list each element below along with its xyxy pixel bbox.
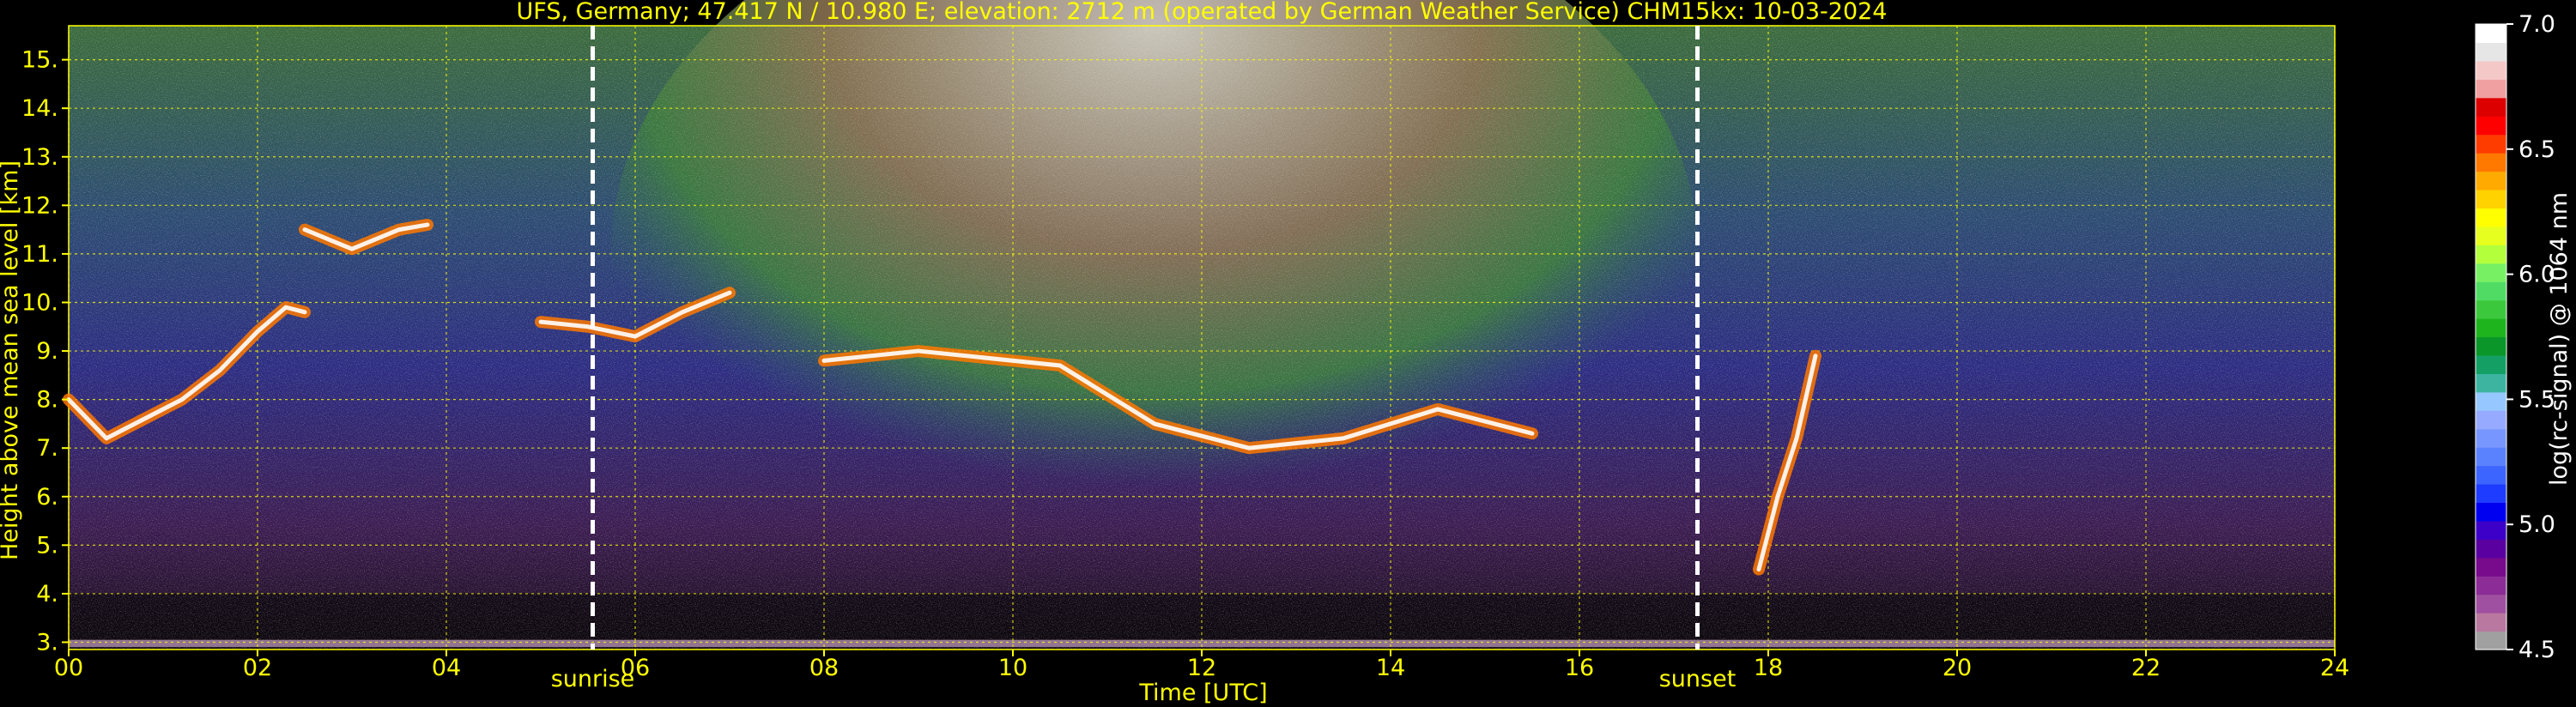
x-tick-label: 20 <box>1943 655 1972 681</box>
colorbar-segment <box>2476 502 2506 522</box>
colorbar-segment <box>2476 134 2506 154</box>
y-tick-label: 5. <box>36 532 58 559</box>
y-axis-ticks: 3. 4. 5. 6. 7. 8. 9. 10. 11. 12. 13. 14. 15. <box>21 47 69 656</box>
y-tick-label: 15. <box>21 47 58 74</box>
colorbar-tick-label: 6.5 <box>2518 136 2555 163</box>
x-axis-ticks: 00 02 04 06 08 10 12 14 16 18 20 22 24 <box>54 650 2349 681</box>
colorbar-segment <box>2476 24 2506 44</box>
colorbar-segment <box>2476 594 2506 613</box>
colorbar-segment <box>2476 60 2506 80</box>
colorbar-segment <box>2476 281 2506 301</box>
colorbar-segment <box>2476 576 2506 595</box>
colorbar-segment <box>2476 79 2506 99</box>
colorbar-segment <box>2476 336 2506 356</box>
colorbar-segment <box>2476 520 2506 540</box>
y-tick-label: 6. <box>36 484 58 511</box>
x-tick-label: 16 <box>1565 655 1594 681</box>
colorbar-tick-label: 7.0 <box>2518 11 2555 38</box>
colorbar-segment <box>2476 153 2506 172</box>
y-tick-label: 10. <box>21 289 58 316</box>
colorbar-segment <box>2476 208 2506 227</box>
x-tick-label: 06 <box>621 655 650 681</box>
colorbar-segment <box>2476 263 2506 282</box>
marker-label-sunset: sunset <box>1659 666 1737 692</box>
colorbar-segment <box>2476 171 2506 190</box>
colorbar-segment <box>2476 299 2506 319</box>
y-axis-label: Height above mean sea level [km] <box>0 160 23 560</box>
colorbar-segment <box>2476 410 2506 430</box>
colorbar-segment <box>2476 557 2506 577</box>
y-tick-label: 3. <box>36 630 58 656</box>
y-tick-label: 14. <box>21 95 58 122</box>
chart-title: UFS, Germany; 47.417 N / 10.980 E; eleva… <box>517 0 1888 25</box>
x-tick-label: 08 <box>809 655 839 681</box>
x-tick-label: 18 <box>1754 655 1783 681</box>
colorbar-segment <box>2476 354 2506 374</box>
y-tick-label: 8. <box>36 387 58 414</box>
colorbar-tick-label: 5.0 <box>2518 511 2555 538</box>
x-tick-label: 04 <box>432 655 461 681</box>
x-tick-label: 02 <box>243 655 272 681</box>
colorbar-segment <box>2476 465 2506 485</box>
colorbar-label: log(rc-signal) @ 1064 nm <box>2546 192 2573 486</box>
y-tick-label: 7. <box>36 435 58 462</box>
colorbar-segment <box>2476 428 2506 448</box>
colorbar-segment <box>2476 42 2506 62</box>
colorbar <box>2475 23 2507 650</box>
colorbar-segment <box>2476 189 2506 209</box>
colorbar-segment <box>2476 613 2506 632</box>
y-tick-label: 9. <box>36 338 58 365</box>
y-tick-label: 12. <box>21 192 58 219</box>
colorbar-segment <box>2476 116 2506 136</box>
colorbar-segment <box>2476 226 2506 245</box>
y-tick-label: 4. <box>36 581 58 607</box>
plot-area <box>69 0 2335 650</box>
colorbar-segment <box>2476 391 2506 411</box>
colorbar-segment <box>2476 318 2506 338</box>
x-axis-label: Time [UTC] <box>1138 680 1267 706</box>
colorbar-segment <box>2476 97 2506 117</box>
colorbar-segment <box>2476 245 2506 264</box>
x-tick-label: 12 <box>1187 655 1216 681</box>
x-tick-label: 22 <box>2131 655 2161 681</box>
x-tick-label: 24 <box>2320 655 2349 681</box>
y-tick-label: 13. <box>21 144 58 171</box>
y-tick-label: 11. <box>21 241 58 268</box>
x-tick-label: 14 <box>1376 655 1405 681</box>
x-tick-label: 00 <box>54 655 83 681</box>
colorbar-segment <box>2476 373 2506 393</box>
x-tick-label: 10 <box>998 655 1027 681</box>
colorbar-tick-label: 4.5 <box>2518 637 2555 663</box>
ceilometer-chart: sunrise sunset 00 02 04 06 08 10 12 14 16 18 20 22 24… <box>0 0 2573 706</box>
colorbar-segment <box>2476 539 2506 559</box>
colorbar-segment <box>2476 631 2506 650</box>
colorbar-segment <box>2476 447 2506 467</box>
colorbar-segment <box>2476 484 2506 504</box>
